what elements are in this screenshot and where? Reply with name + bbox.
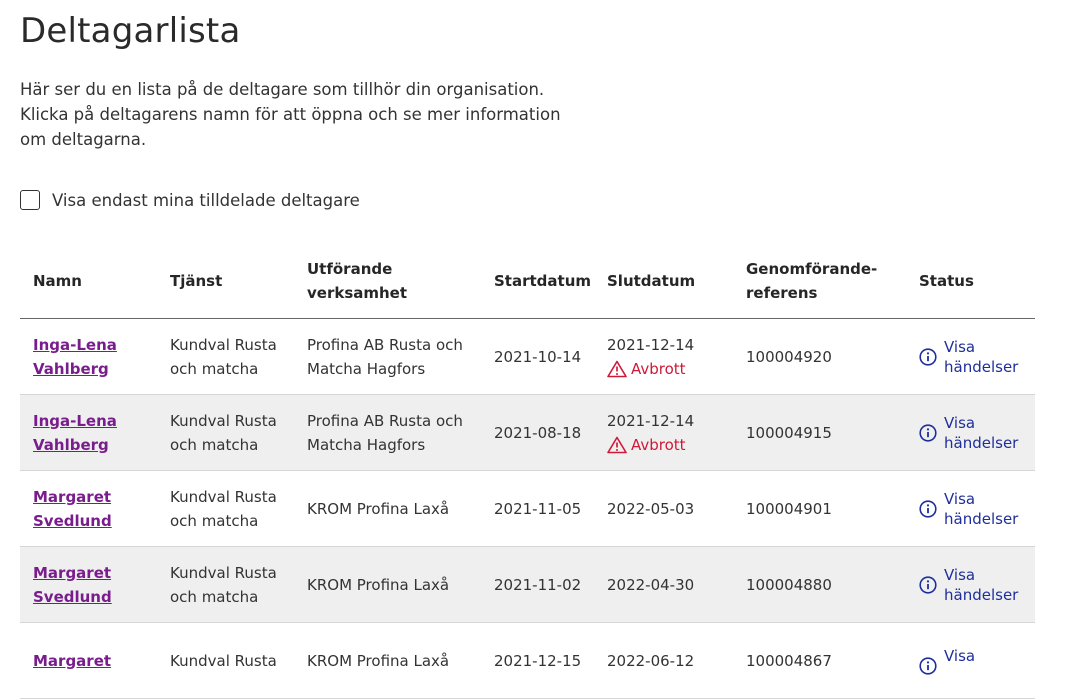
cell-tjanst: Kundval Rusta och matcha <box>157 546 294 623</box>
cell-namn: Inga-Lena Vahlberg <box>20 318 157 395</box>
cell-startdatum: 2021-11-05 <box>481 470 594 547</box>
show-events-link[interactable]: Visa <box>919 646 1035 675</box>
table-row: Margaret Svedlund Kundval Rusta och matc… <box>20 470 1035 547</box>
header-startdatum[interactable]: Startdatum <box>481 244 594 319</box>
header-status[interactable]: Status <box>906 244 1035 319</box>
cell-utforande: Profina AB Rusta och Matcha Hagfors <box>294 318 481 395</box>
header-tjanst[interactable]: Tjänst <box>157 244 294 319</box>
header-slutdatum[interactable]: Slutdatum <box>594 244 733 319</box>
cell-slutdatum: 2021-12-14 Avbrott <box>594 394 733 471</box>
show-events-link[interactable]: Visa händelser <box>919 565 1035 605</box>
cell-status: Visa händelser <box>906 394 1035 471</box>
cell-referens: 100004880 <box>733 546 906 623</box>
cell-slutdatum: 2022-05-03 <box>594 470 733 547</box>
slutdatum-value: 2022-05-03 <box>607 499 695 518</box>
header-utforande[interactable]: Utförande verksamhet <box>294 244 481 319</box>
table-row: Inga-Lena Vahlberg Kundval Rusta och mat… <box>20 394 1035 471</box>
slutdatum-value: 2021-12-14 <box>607 335 695 354</box>
cell-referens: 100004867 <box>733 622 906 699</box>
cell-startdatum: 2021-12-15 <box>481 622 594 699</box>
assigned-only-checkbox[interactable] <box>20 190 40 210</box>
avbrott-badge: Avbrott <box>607 357 733 381</box>
table-body: Inga-Lena Vahlberg Kundval Rusta och mat… <box>20 318 1035 699</box>
show-events-link[interactable]: Visa händelser <box>919 489 1035 529</box>
cell-status: Visa händelser <box>906 470 1035 547</box>
cell-tjanst: Kundval Rusta och matcha <box>157 470 294 547</box>
cell-utforande: Profina AB Rusta och Matcha Hagfors <box>294 394 481 471</box>
participant-table: Namn Tjänst Utförande verksamhet Startda… <box>20 244 1035 699</box>
cell-slutdatum: 2022-04-30 <box>594 546 733 623</box>
table-row: Margaret Kundval Rusta KROM Profina Laxå… <box>20 622 1035 699</box>
warning-triangle-icon <box>607 360 627 377</box>
cell-namn: Inga-Lena Vahlberg <box>20 394 157 471</box>
cell-startdatum: 2021-08-18 <box>481 394 594 471</box>
page-title: Deltagarlista <box>20 11 241 51</box>
show-events-link[interactable]: Visa händelser <box>919 413 1035 453</box>
cell-startdatum: 2021-11-02 <box>481 546 594 623</box>
assigned-only-label: Visa endast mina tilldelade deltagare <box>52 190 360 210</box>
slutdatum-value: 2022-04-30 <box>607 575 695 594</box>
slutdatum-value: 2021-12-14 <box>607 411 695 430</box>
show-events-label: Visa händelser <box>944 489 1019 528</box>
participant-name-link[interactable]: Margaret Svedlund <box>33 564 112 606</box>
info-circle-icon <box>919 657 937 675</box>
cell-namn: Margaret Svedlund <box>20 470 157 547</box>
header-namn[interactable]: Namn <box>20 244 157 319</box>
participant-name-link[interactable]: Margaret <box>33 652 111 670</box>
cell-utforande: KROM Profina Laxå <box>294 622 481 699</box>
info-circle-icon <box>919 499 937 518</box>
cell-startdatum: 2021-10-14 <box>481 318 594 395</box>
cell-slutdatum: 2022-06-12 <box>594 622 733 699</box>
avbrott-label: Avbrott <box>631 435 686 454</box>
cell-slutdatum: 2021-12-14 Avbrott <box>594 318 733 395</box>
avbrott-badge: Avbrott <box>607 433 733 457</box>
participant-name-link[interactable]: Inga-Lena Vahlberg <box>33 412 117 454</box>
cell-status: Visa <box>906 622 1035 699</box>
cell-utforande: KROM Profina Laxå <box>294 470 481 547</box>
cell-tjanst: Kundval Rusta och matcha <box>157 318 294 395</box>
show-events-link[interactable]: Visa händelser <box>919 337 1035 377</box>
assigned-only-filter[interactable]: Visa endast mina tilldelade deltagare <box>20 190 360 210</box>
info-circle-icon <box>919 575 937 594</box>
show-events-label: Visa händelser <box>944 337 1019 376</box>
show-events-label: Visa <box>944 647 976 665</box>
slutdatum-value: 2022-06-12 <box>607 651 695 670</box>
participant-name-link[interactable]: Margaret Svedlund <box>33 488 112 530</box>
cell-status: Visa händelser <box>906 318 1035 395</box>
cell-tjanst: Kundval Rusta och matcha <box>157 394 294 471</box>
cell-referens: 100004901 <box>733 470 906 547</box>
cell-status: Visa händelser <box>906 546 1035 623</box>
header-referens[interactable]: Genomförande-referens <box>733 244 906 319</box>
cell-referens: 100004920 <box>733 318 906 395</box>
cell-namn: Margaret Svedlund <box>20 546 157 623</box>
table-header-row: Namn Tjänst Utförande verksamhet Startda… <box>20 244 1035 319</box>
participant-name-link[interactable]: Inga-Lena Vahlberg <box>33 336 117 378</box>
cell-utforande: KROM Profina Laxå <box>294 546 481 623</box>
page-intro: Här ser du en lista på de deltagare som … <box>20 80 561 149</box>
info-circle-icon <box>919 423 937 442</box>
avbrott-label: Avbrott <box>631 359 686 378</box>
show-events-label: Visa händelser <box>944 565 1019 604</box>
table-row: Inga-Lena Vahlberg Kundval Rusta och mat… <box>20 318 1035 395</box>
table-row: Margaret Svedlund Kundval Rusta och matc… <box>20 546 1035 623</box>
show-events-label: Visa händelser <box>944 413 1019 452</box>
cell-tjanst: Kundval Rusta <box>157 622 294 699</box>
warning-triangle-icon <box>607 436 627 453</box>
info-circle-icon <box>919 347 937 366</box>
cell-namn: Margaret <box>20 622 157 699</box>
cell-referens: 100004915 <box>733 394 906 471</box>
